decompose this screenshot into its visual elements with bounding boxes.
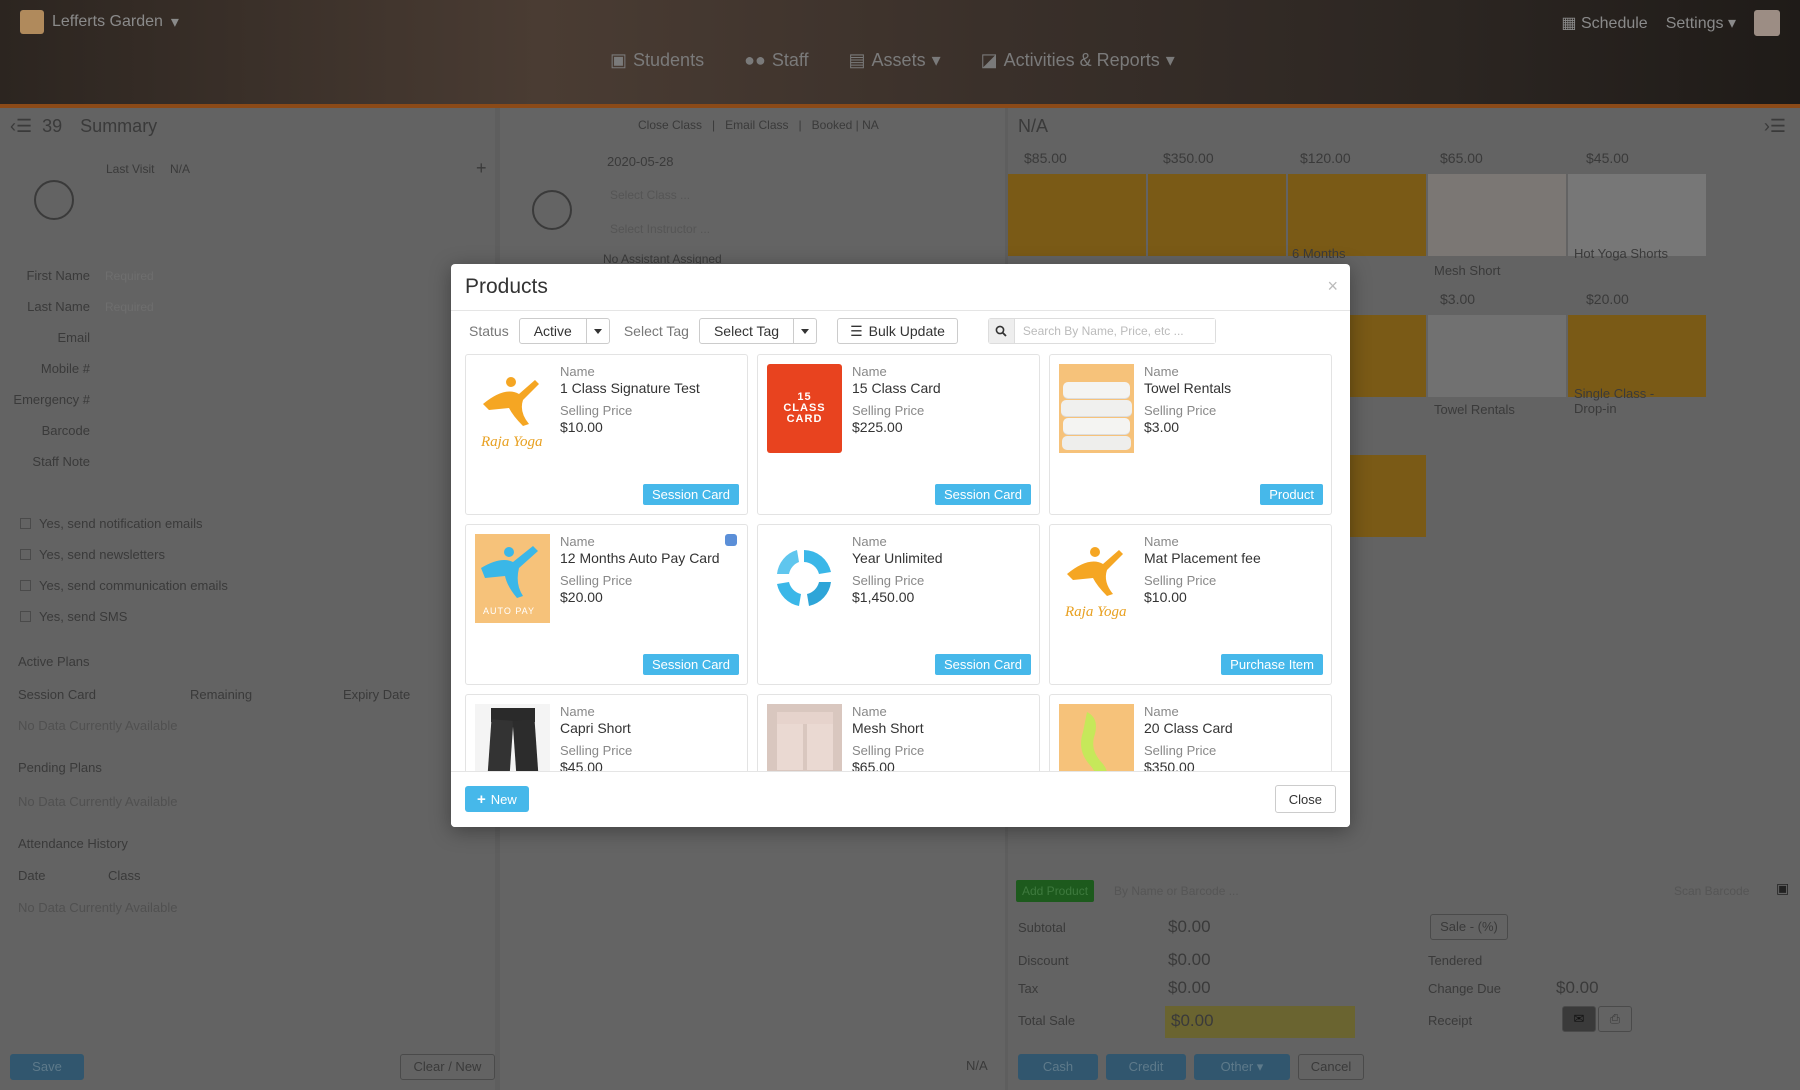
plus-icon: + [477, 790, 486, 808]
product-price: $225.00 [852, 419, 903, 435]
price-label: Selling Price [1144, 403, 1217, 418]
price-label: Selling Price [560, 403, 633, 418]
product-type-tag[interactable]: Purchase Item [1221, 654, 1323, 675]
raja-yoga-logo-icon: Raja Yoga [1059, 534, 1134, 623]
price-label: Selling Price [852, 743, 925, 758]
new-product-button[interactable]: + New [465, 786, 529, 812]
status-select[interactable]: Active [518, 318, 610, 344]
name-label: Name [560, 364, 595, 379]
name-label: Name [560, 534, 595, 549]
product-name: Year Unlimited [852, 550, 943, 566]
product-card[interactable]: Name Year Unlimited Selling Price $1,450… [757, 524, 1040, 685]
modal-header: Products × [451, 264, 1350, 311]
product-name: Mesh Short [852, 720, 924, 736]
product-card[interactable]: Name Towel Rentals Selling Price $3.00 P… [1049, 354, 1332, 515]
product-card[interactable]: Name Mesh Short Selling Price $65.00 [757, 694, 1040, 771]
class-card-thumb-icon: 15 CLASS CARD [767, 364, 842, 453]
product-name: 20 Class Card [1144, 720, 1233, 736]
name-label: Name [560, 704, 595, 719]
search-input[interactable] [1014, 319, 1215, 343]
price-label: Selling Price [560, 743, 633, 758]
product-type-tag[interactable]: Product [1260, 484, 1323, 505]
product-name: Capri Short [560, 720, 631, 736]
product-card[interactable]: Raja Yoga Name 1 Class Signature Test Se… [465, 354, 748, 515]
name-label: Name [1144, 704, 1179, 719]
product-price: $3.00 [1144, 419, 1180, 435]
capri-short-thumb-icon [475, 704, 550, 771]
name-label: Name [1144, 534, 1179, 549]
products-modal: Products × Status Active Select Tag Sele… [451, 264, 1350, 827]
status-value: Active [520, 319, 587, 343]
product-card[interactable]: 15 CLASS CARD Name 15 Class Card Selling… [757, 354, 1040, 515]
modal-footer: + New Close [451, 771, 1350, 827]
price-label: Selling Price [560, 573, 633, 588]
caret-down-icon[interactable] [587, 319, 609, 343]
status-label: Status [469, 323, 509, 339]
modal-title: Products [465, 275, 548, 298]
name-label: Name [852, 704, 887, 719]
product-type-tag[interactable]: Session Card [642, 654, 739, 675]
price-label: Selling Price [852, 403, 925, 418]
close-icon[interactable]: × [1327, 276, 1338, 297]
modal-toolbar: Status Active Select Tag Select Tag ☰ Bu… [451, 311, 1350, 351]
tag-select[interactable]: Select Tag [698, 318, 818, 344]
mesh-short-thumb-icon [767, 704, 842, 771]
product-price: $45.00 [560, 759, 603, 771]
name-label: Name [1144, 364, 1179, 379]
swirl-logo-icon [767, 534, 842, 623]
tag-label: Select Tag [623, 323, 689, 339]
20-class-thumb-icon [1059, 704, 1134, 771]
product-name: 1 Class Signature Test [560, 380, 700, 396]
price-label: Selling Price [1144, 573, 1217, 588]
product-grid: Raja Yoga Name 1 Class Signature Test Se… [465, 354, 1338, 771]
raja-yoga-logo-icon: Raja Yoga [475, 364, 550, 453]
product-name: 15 Class Card [852, 380, 941, 396]
logo-text: Raja Yoga [1064, 604, 1127, 620]
thumb-text: 15 CLASS CARD [783, 391, 826, 425]
product-type-tag[interactable]: Session Card [642, 484, 739, 505]
name-label: Name [852, 364, 887, 379]
product-name: Mat Placement fee [1144, 550, 1261, 566]
search-icon[interactable] [988, 319, 1015, 343]
name-label: Name [852, 534, 887, 549]
product-price: $65.00 [852, 759, 895, 771]
product-card[interactable]: Name Capri Short Selling Price $45.00 [465, 694, 748, 771]
price-label: Selling Price [852, 573, 925, 588]
product-price: $20.00 [560, 589, 603, 605]
caret-down-icon[interactable] [794, 319, 816, 343]
product-name: 12 Months Auto Pay Card [560, 550, 720, 566]
product-type-tag[interactable]: Session Card [934, 654, 1031, 675]
logo-text: Raja Yoga [480, 434, 543, 450]
product-card[interactable]: Raja Yoga Name Mat Placement fee Selling… [1049, 524, 1332, 685]
price-label: Selling Price [1144, 743, 1217, 758]
product-card[interactable]: AUTO PAY Name 12 Months Auto Pay Card Se… [465, 524, 748, 685]
selected-badge-icon[interactable] [725, 534, 737, 546]
product-price: $10.00 [1144, 589, 1187, 605]
product-search [987, 318, 1216, 344]
autopay-thumb-icon: AUTO PAY [475, 534, 550, 623]
product-name: Towel Rentals [1144, 380, 1232, 396]
close-button[interactable]: Close [1274, 785, 1336, 813]
product-price: $1,450.00 [852, 589, 915, 605]
product-price: $350.00 [1144, 759, 1195, 771]
product-card[interactable]: Name 20 Class Card Selling Price $350.00 [1049, 694, 1332, 771]
product-type-tag[interactable]: Session Card [934, 484, 1031, 505]
towels-thumb-icon [1059, 364, 1134, 453]
thumb-text: AUTO PAY [483, 606, 535, 616]
tag-value: Select Tag [700, 319, 795, 343]
product-price: $10.00 [560, 419, 603, 435]
bulk-update-button[interactable]: ☰ Bulk Update [837, 318, 958, 344]
list-icon: ☰ [850, 322, 863, 339]
